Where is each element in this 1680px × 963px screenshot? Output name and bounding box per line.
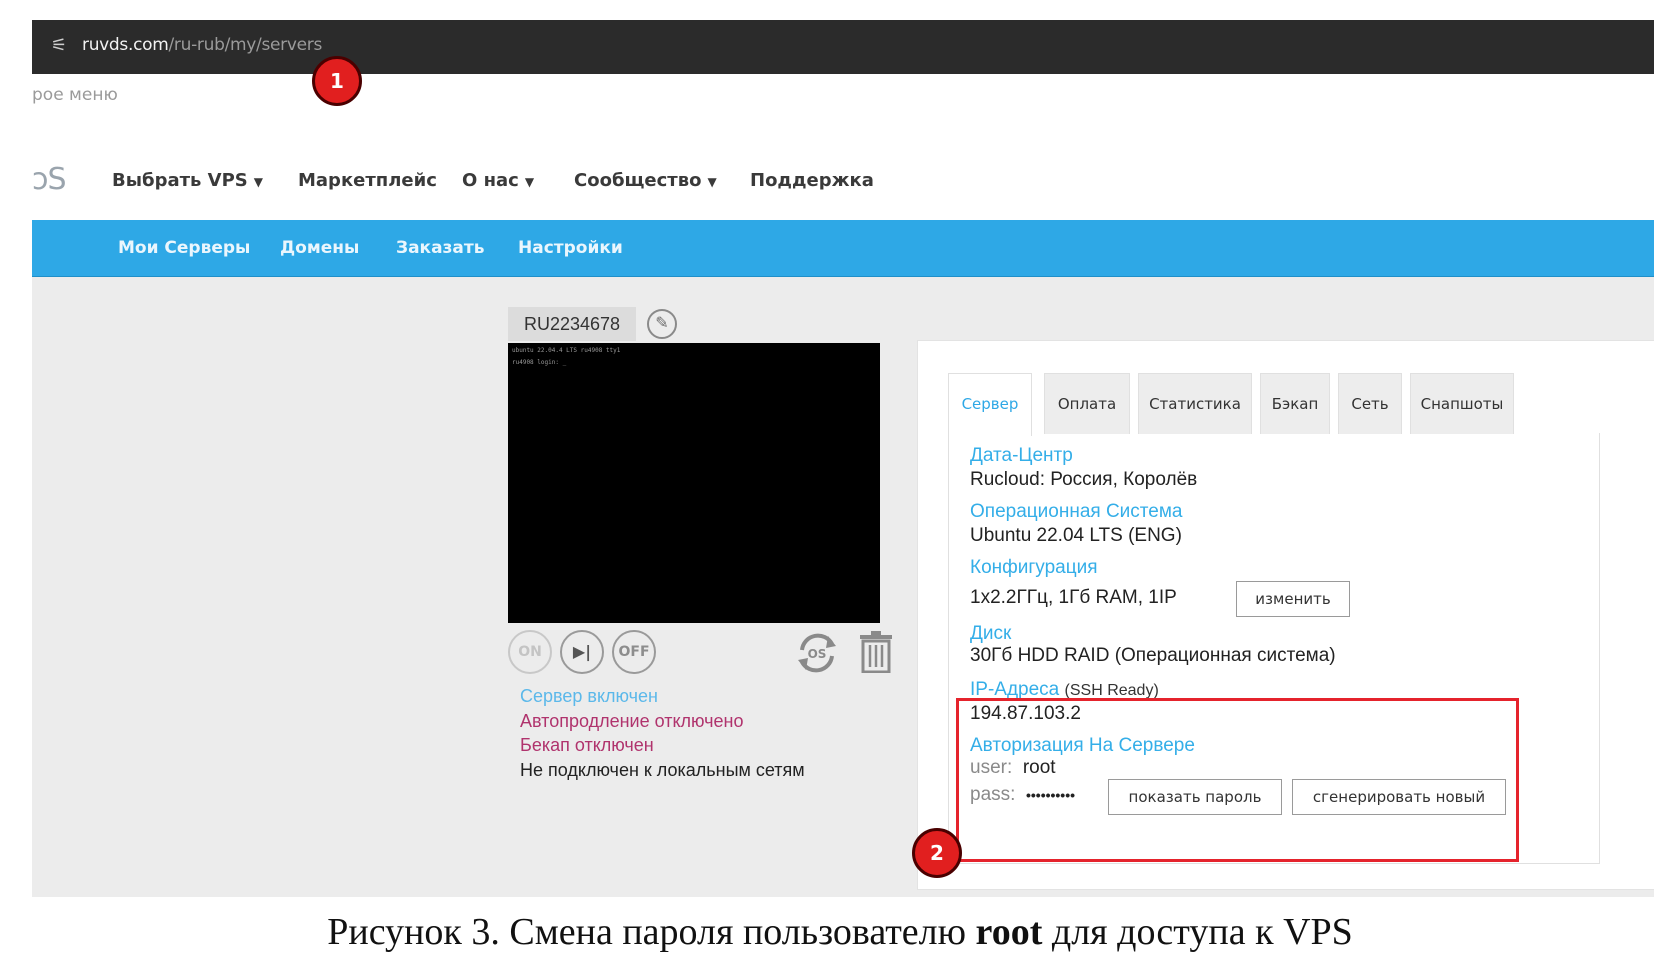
url-path: /ru-rub/my/servers — [168, 35, 323, 55]
nav-marketplace[interactable]: Маркетплейс — [298, 170, 437, 191]
reboot-icon[interactable]: ▶| — [560, 630, 604, 674]
ssh-ready-badge: (SSH Ready) — [1064, 682, 1159, 699]
tab-server[interactable]: Сервер — [948, 373, 1032, 436]
status-lan: Не подключен к локальным сетям — [520, 760, 805, 780]
tab-statistics[interactable]: Статистика — [1138, 373, 1252, 434]
annotation-marker-1: 1 — [312, 56, 362, 106]
os-value: Ubuntu 22.04 LTS (ENG) — [970, 525, 1182, 546]
main-navigation: ɔS Выбрать VPS ▼ Маркетплейс О нас ▼ Сообщ… — [32, 118, 1654, 220]
disk-value: 30Гб HDD RAID (Операционная система) — [970, 645, 1336, 666]
subnav-my-servers[interactable]: Мои Серверы — [118, 238, 250, 258]
tab-payment[interactable]: Оплата — [1044, 373, 1130, 434]
server-id-label: RU2234678 — [508, 307, 636, 341]
os-label: Операционная Система — [970, 501, 1183, 522]
disk-label: Диск — [970, 623, 1012, 644]
account-subnav: Мои Серверы Домены Заказать Настройки — [32, 220, 1654, 277]
status-backup[interactable]: Бекап отключен — [520, 735, 654, 756]
ip-label: IP-Адреса — [970, 679, 1060, 700]
nav-about[interactable]: О нас ▼ — [462, 170, 534, 191]
browser-address-bar: ⚟ ruvds.com/ru-rub/my/servers — [32, 20, 1654, 74]
datacenter-value: Rucloud: Россия, Королёв — [970, 469, 1198, 490]
nav-support-label: Поддержка — [750, 170, 874, 191]
subnav-settings[interactable]: Настройки — [518, 238, 623, 258]
logo[interactable]: ɔS — [32, 162, 67, 197]
subnav-order[interactable]: Заказать — [396, 238, 485, 258]
power-off-button[interactable]: OFF — [612, 630, 656, 674]
config-label: Конфигурация — [970, 557, 1098, 578]
caption-suffix: для доступа к VPS — [1042, 911, 1353, 953]
status-power: Сервер включен — [520, 686, 658, 706]
tab-network[interactable]: Сеть — [1338, 373, 1402, 434]
tab-snapshots[interactable]: Снапшоты — [1410, 373, 1514, 434]
caption-bold: root — [975, 911, 1043, 953]
nav-choose-vps[interactable]: Выбрать VPS ▼ — [112, 170, 263, 191]
change-config-button[interactable]: изменить — [1236, 581, 1350, 617]
quick-menu-label[interactable]: рое меню — [32, 85, 118, 105]
reinstall-os-label: OS — [808, 647, 827, 661]
nav-about-label: О нас — [462, 170, 519, 191]
url-field[interactable]: ruvds.com/ru-rub/my/servers — [82, 35, 322, 55]
caption-prefix: Рисунок 3. Смена пароля пользователю — [327, 911, 976, 953]
annotation-marker-2: 2 — [912, 828, 962, 878]
nav-community-label: Сообщество — [574, 170, 702, 191]
screenshot-area: ⚟ ruvds.com/ru-rub/my/servers рое меню ɔ… — [32, 20, 1654, 897]
highlight-box — [956, 698, 1519, 862]
caret-down-icon: ▼ — [707, 175, 717, 189]
quick-menu-strip: рое меню — [32, 74, 1654, 119]
trash-icon[interactable] — [858, 631, 894, 673]
nav-community[interactable]: Сообщество ▼ — [574, 170, 717, 191]
reinstall-os-icon[interactable]: OS — [794, 630, 840, 676]
console-line: ru4908 login: _ — [512, 359, 567, 366]
nav-marketplace-label: Маркетплейс — [298, 170, 437, 191]
figure-caption: Рисунок 3. Смена пароля пользователю roo… — [0, 910, 1680, 954]
tune-icon[interactable]: ⚟ — [48, 34, 70, 56]
caret-down-icon: ▼ — [524, 175, 535, 189]
datacenter-label: Дата-Центр — [970, 445, 1073, 466]
pencil-icon[interactable]: ✎ — [647, 309, 677, 339]
config-value: 1x2.2ГГц, 1Гб RAM, 1IP — [970, 587, 1177, 608]
url-host: ruvds.com — [82, 35, 169, 55]
power-on-button[interactable]: ON — [508, 630, 552, 674]
nav-support[interactable]: Поддержка — [750, 170, 874, 191]
console-line: ubuntu 22.04.4 LTS ru4908 tty1 — [512, 347, 621, 354]
tab-backup[interactable]: Бэкап — [1260, 373, 1330, 434]
caret-down-icon: ▼ — [253, 175, 263, 189]
server-console-preview[interactable]: ubuntu 22.04.4 LTS ru4908 tty1 ru4908 lo… — [508, 343, 880, 623]
subnav-domains[interactable]: Домены — [280, 238, 359, 258]
status-autorenew[interactable]: Автопродление отключено — [520, 711, 744, 732]
nav-choose-vps-label: Выбрать VPS — [112, 170, 248, 191]
